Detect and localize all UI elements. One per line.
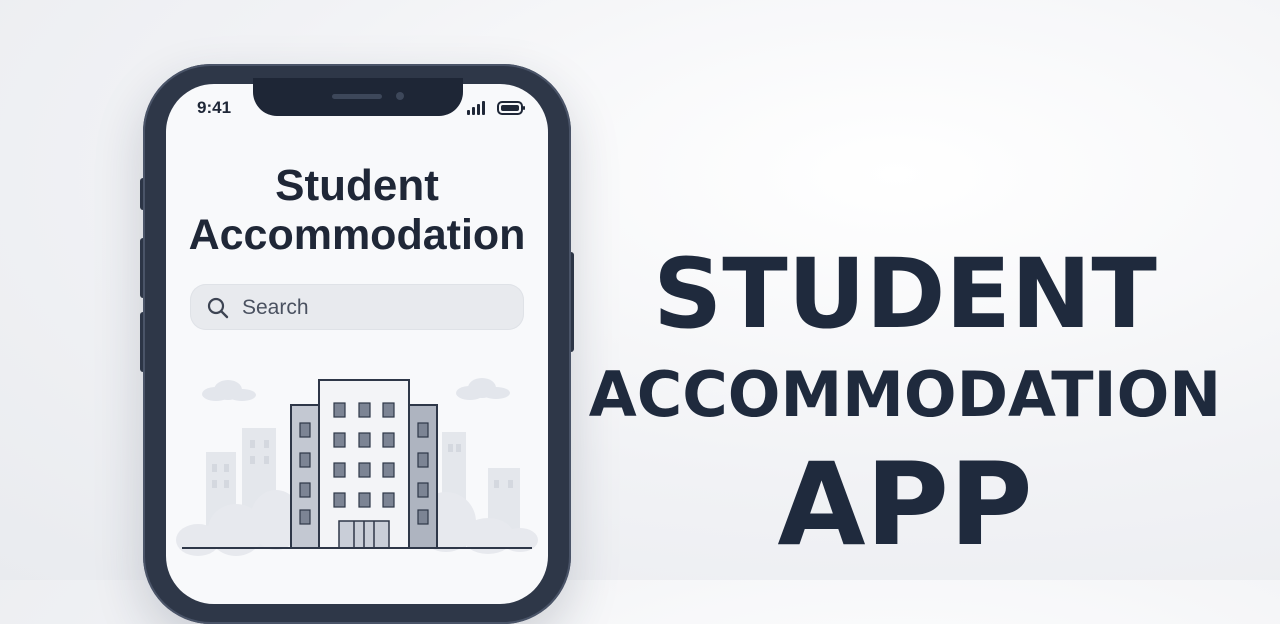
status-time: 9:41 [197,98,232,117]
speaker-grille [332,94,382,99]
front-camera [396,92,404,100]
building-illustration [176,378,538,556]
signal-bars-icon [467,101,485,115]
cloud-left [202,380,256,401]
app-title-line2: Accommodation [188,211,526,259]
cloud-right [456,378,510,400]
search-bar[interactable]: Search [190,284,524,330]
search-placeholder[interactable]: Search [242,296,309,320]
status-icons [467,101,525,115]
headline-line3: APP [777,438,1033,571]
building-entrance [338,520,390,549]
headline-line1: STUDENT [653,238,1157,350]
search-icon [207,297,229,319]
headline-line2: ACCOMMODATION [588,358,1222,431]
app-title-line1: Student [275,161,439,210]
battery-icon [497,101,525,115]
